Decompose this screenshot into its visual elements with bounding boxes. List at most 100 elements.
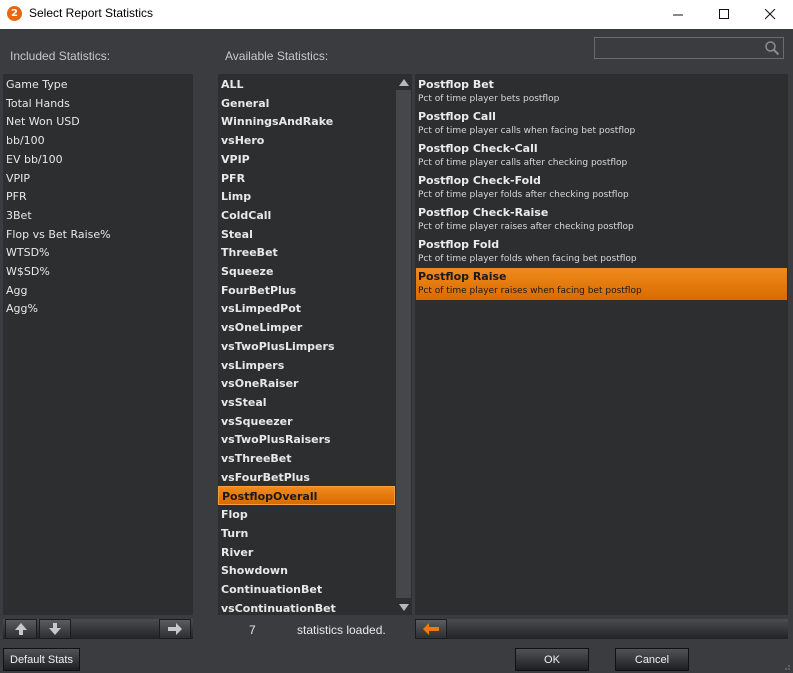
included-item[interactable]: VPIP: [3, 169, 193, 188]
close-button[interactable]: [747, 0, 793, 29]
statistic-description: Pct of time player raises after checking…: [418, 222, 634, 232]
available-item[interactable]: Steal: [218, 225, 395, 244]
available-item[interactable]: PostflopOverall: [218, 486, 395, 506]
available-item[interactable]: ALL: [218, 75, 395, 94]
available-item[interactable]: General: [218, 94, 395, 113]
available-item[interactable]: PFR: [218, 169, 395, 188]
remove-statistic-button[interactable]: [415, 619, 447, 639]
arrow-up-icon: [15, 623, 27, 635]
scroll-up-button[interactable]: [395, 74, 412, 90]
available-scrollbar[interactable]: [395, 74, 412, 615]
statistic-name: Postflop Call: [418, 110, 496, 123]
available-item[interactable]: vsHero: [218, 131, 395, 150]
included-item[interactable]: Agg%: [3, 299, 193, 318]
statistic-description: Pct of time player bets postflop: [418, 94, 560, 104]
scroll-thumb[interactable]: [396, 90, 411, 598]
statistic-description: Pct of time player calls after checking …: [418, 158, 628, 168]
statistic-item[interactable]: Postflop Check-Raise Pct of time player r…: [416, 204, 787, 236]
statistic-item[interactable]: Postflop Check-Fold Pct of time player fo…: [416, 172, 787, 204]
available-item[interactable]: vsSteal: [218, 393, 395, 412]
included-item[interactable]: Total Hands: [3, 94, 193, 113]
included-item[interactable]: PFR: [3, 187, 193, 206]
available-item[interactable]: VPIP: [218, 150, 395, 169]
search-input[interactable]: [595, 38, 761, 58]
statistic-description: Pct of time player folds after checking …: [418, 190, 629, 200]
scroll-down-button[interactable]: [395, 599, 412, 615]
close-icon: [764, 9, 775, 20]
included-header: Included Statistics:: [10, 49, 111, 63]
available-item[interactable]: ColdCall: [218, 206, 395, 225]
minimize-button[interactable]: [655, 0, 701, 29]
available-item[interactable]: ThreeBet: [218, 243, 395, 262]
cancel-button[interactable]: Cancel: [615, 648, 689, 671]
statistic-description: Pct of time player raises when facing be…: [418, 286, 642, 296]
included-item[interactable]: W$SD%: [3, 262, 193, 281]
available-statistics-list[interactable]: ALL General WinningsAndRake vsHero VPIP PFR Li…: [218, 74, 395, 615]
maximize-icon: [718, 9, 729, 19]
available-item[interactable]: vsFourBetPlus: [218, 468, 395, 487]
search-icon[interactable]: [764, 40, 780, 56]
included-item[interactable]: EV bb/100: [3, 150, 193, 169]
title-bar: 2 Select Report Statistics: [0, 0, 793, 29]
available-item[interactable]: vsOneLimper: [218, 318, 395, 337]
available-item[interactable]: Flop: [218, 505, 395, 524]
add-statistic-button[interactable]: [159, 619, 191, 639]
arrow-left-icon: [423, 623, 439, 635]
statistics-detail-list[interactable]: Postflop Bet Pct of time player bets post…: [415, 74, 788, 615]
available-item[interactable]: Limp: [218, 187, 395, 206]
available-item[interactable]: WinningsAndRake: [218, 112, 395, 131]
available-item[interactable]: vsTwoPlusRaisers: [218, 430, 395, 449]
included-item[interactable]: 3Bet: [3, 206, 193, 225]
available-item[interactable]: FourBetPlus: [218, 281, 395, 300]
default-stats-button[interactable]: Default Stats: [3, 648, 80, 671]
available-item[interactable]: vsTwoPlusLimpers: [218, 337, 395, 356]
statistic-item[interactable]: Postflop Check-Call Pct of time player ca…: [416, 140, 787, 172]
statistic-item[interactable]: Postflop Bet Pct of time player bets post…: [416, 76, 787, 108]
available-item[interactable]: River: [218, 543, 395, 562]
arrow-right-icon: [168, 623, 182, 635]
included-item[interactable]: Game Type: [3, 75, 193, 94]
arrow-down-icon: [49, 623, 61, 635]
minimize-icon: [672, 14, 683, 16]
available-item[interactable]: vsLimpedPot: [218, 299, 395, 318]
window-title: Select Report Statistics: [29, 6, 154, 20]
available-item[interactable]: Showdown: [218, 561, 395, 580]
statistic-item[interactable]: Postflop Call Pct of time player calls wh…: [416, 108, 787, 140]
app-logo-icon: 2: [7, 6, 22, 21]
available-item[interactable]: vsOneRaiser: [218, 374, 395, 393]
statistic-name: Postflop Raise: [418, 270, 507, 283]
available-item[interactable]: vsSqueezer: [218, 412, 395, 431]
maximize-button[interactable]: [701, 0, 747, 29]
included-item[interactable]: Agg: [3, 281, 193, 300]
resize-grip-icon[interactable]: [781, 661, 791, 671]
statistics-loaded-label: statistics loaded.: [297, 623, 386, 637]
available-item[interactable]: vsThreeBet: [218, 449, 395, 468]
included-item[interactable]: Flop vs Bet Raise%: [3, 225, 193, 244]
statistic-name: Postflop Check-Call: [418, 142, 538, 155]
statistic-name: Postflop Bet: [418, 78, 494, 91]
available-item[interactable]: vsContinuationBet: [218, 599, 395, 615]
available-item[interactable]: ContinuationBet: [218, 580, 395, 599]
move-down-button[interactable]: [39, 619, 71, 639]
move-up-button[interactable]: [5, 619, 37, 639]
statistic-name: Postflop Check-Fold: [418, 174, 541, 187]
ok-button[interactable]: OK: [515, 648, 589, 671]
statistic-description: Pct of time player calls when facing bet…: [418, 126, 636, 136]
included-item[interactable]: WTSD%: [3, 243, 193, 262]
available-header: Available Statistics:: [225, 49, 329, 63]
available-item[interactable]: Squeeze: [218, 262, 395, 281]
statistic-item[interactable]: Postflop Fold Pct of time player folds wh…: [416, 236, 787, 268]
included-item[interactable]: Net Won USD: [3, 112, 193, 131]
search-box[interactable]: [594, 37, 784, 59]
included-item[interactable]: bb/100: [3, 131, 193, 150]
included-statistics-list[interactable]: Game Type Total Hands Net Won USD bb/100 EV …: [3, 74, 193, 615]
statistic-item[interactable]: Postflop Raise Pct of time player raises …: [416, 268, 787, 300]
statistic-name: Postflop Fold: [418, 238, 500, 251]
statistic-name: Postflop Check-Raise: [418, 206, 549, 219]
triangle-up-icon: [398, 78, 409, 86]
triangle-down-icon: [398, 603, 409, 611]
statistic-description: Pct of time player folds when facing bet…: [418, 254, 637, 264]
available-item[interactable]: vsLimpers: [218, 356, 395, 375]
available-item[interactable]: Turn: [218, 524, 395, 543]
statistics-count: 7: [249, 623, 256, 637]
